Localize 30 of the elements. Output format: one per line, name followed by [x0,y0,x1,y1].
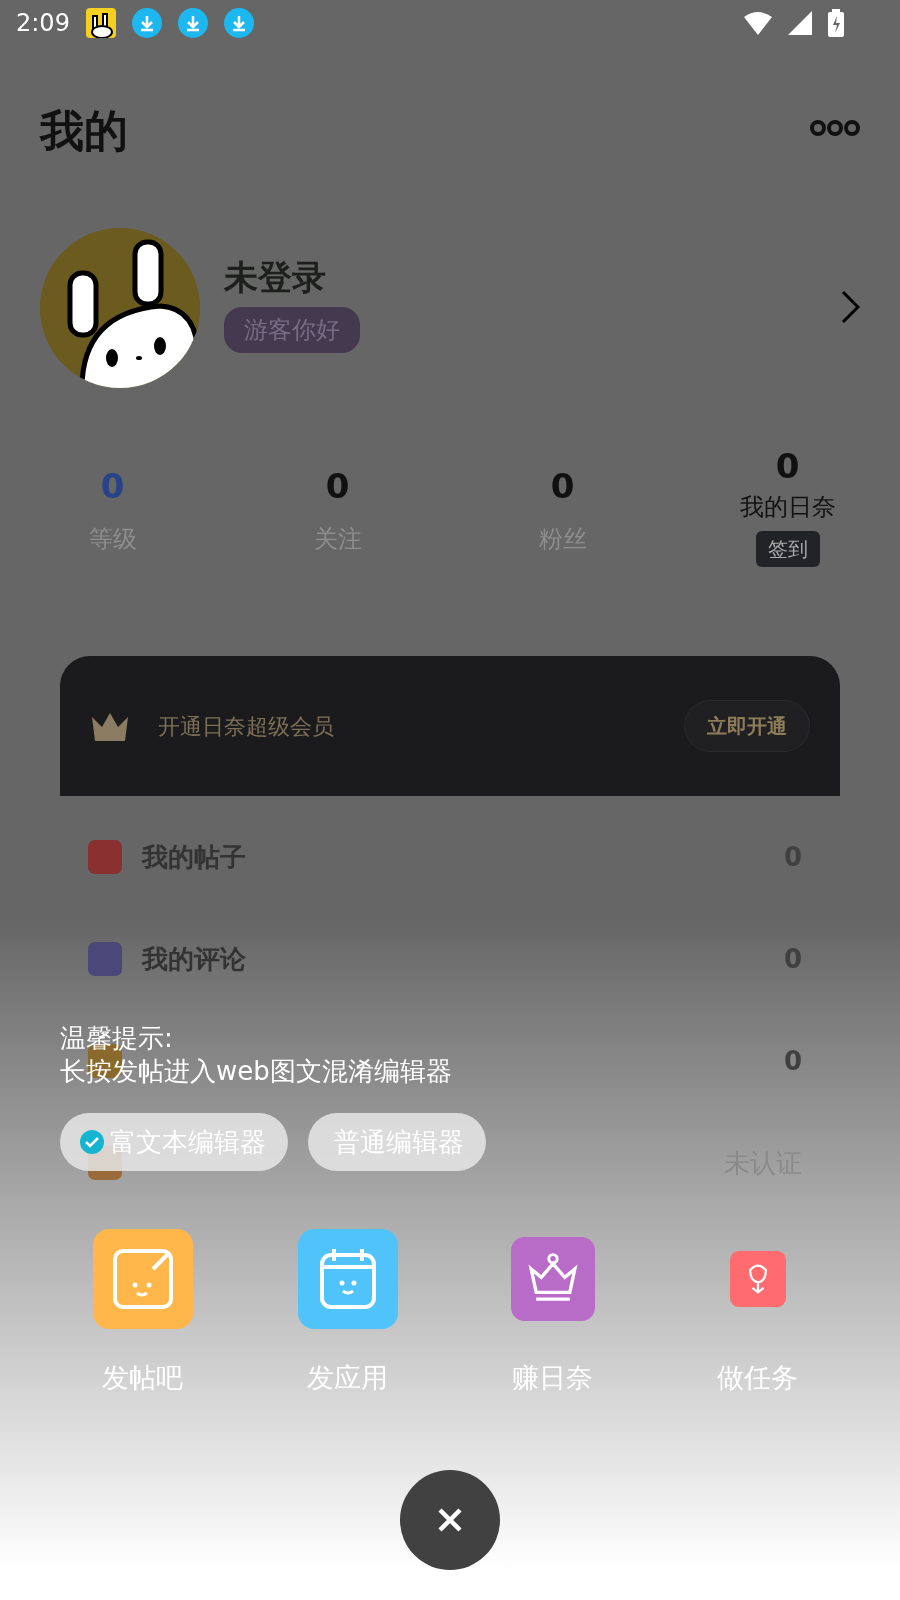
chevron-right-icon[interactable] [840,290,860,324]
status-time: 2:09 [16,8,70,39]
earn-action-icon[interactable] [510,1237,595,1321]
stat-label: 我的日奈 [739,492,836,524]
task-action-icon[interactable] [729,1251,786,1307]
page-title: 我的 [40,104,128,158]
close-icon [437,1506,463,1533]
download-icon [223,8,254,38]
battery-charging-icon [828,9,844,37]
more-icon[interactable] [810,120,860,136]
check-icon [80,1130,104,1154]
activate-vip-button[interactable]: 立即开通 [684,700,810,752]
download-icon [177,8,208,38]
download-icon [131,8,162,38]
check-in-button[interactable]: 签到 [755,531,820,568]
post-action-icon[interactable] [92,1229,193,1329]
signal-icon [788,11,812,35]
vip-promo-text: 开通日奈超级会员 [158,712,334,741]
bunny-app-icon [85,8,116,38]
stat-value: 0 [325,468,350,506]
menu-item-label[interactable]: 我的评论 [142,939,246,979]
stat-value: 0 [775,448,800,486]
app-action-icon[interactable] [297,1229,398,1329]
wifi-icon [744,11,772,35]
menu-item-value: 0 [783,1044,802,1078]
user-name: 未登录 [224,256,326,299]
crown-icon [90,711,130,741]
stat-value: 0 [550,468,575,506]
stat-value: 0 [100,468,125,506]
bunny-avatar[interactable] [40,228,200,388]
